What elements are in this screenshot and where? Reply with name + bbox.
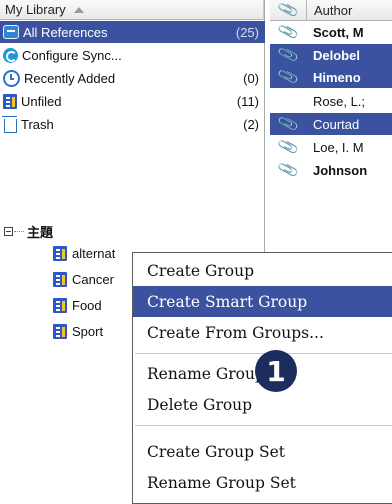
library-header-label: My Library	[5, 2, 66, 17]
library-item-count: (25)	[235, 24, 259, 40]
subgroup-label: alternat	[72, 245, 116, 261]
attachment-column-header[interactable]: 📎	[270, 0, 307, 22]
reference-row[interactable]: 📎 Loe, I. M	[270, 136, 392, 158]
subgroup-label: Cancer	[72, 271, 114, 287]
library-item-label: Recently Added	[24, 70, 116, 86]
tree-connector	[14, 230, 24, 232]
library-item-count: (2)	[243, 116, 259, 132]
library-item-count: (11)	[236, 93, 259, 109]
subgroup-item[interactable]: Cancer	[53, 268, 114, 290]
reference-author: Loe, I. M	[313, 139, 364, 155]
paperclip-icon: 📎	[276, 65, 300, 89]
reference-author: Rose, L.;	[313, 93, 366, 109]
reference-list-header: 📎 Author	[270, 0, 392, 21]
paperclip-icon: 📎	[276, 43, 300, 67]
menu-separator	[135, 425, 392, 426]
library-header[interactable]: My Library	[0, 0, 264, 20]
subgroup-label: Food	[72, 297, 102, 313]
sort-ascending-icon	[73, 6, 84, 13]
library-item-trash[interactable]: Trash (2)	[0, 113, 265, 135]
reference-author: Courtad	[313, 116, 360, 132]
library-item-count: (0)	[243, 70, 259, 86]
library-item-label: Trash	[21, 116, 54, 132]
reference-row[interactable]: 📎 Courtad	[270, 113, 392, 135]
paperclip-icon: 📎	[276, 20, 300, 44]
document-icon	[53, 323, 67, 339]
reference-author: Johnson	[313, 162, 368, 178]
group-set-root[interactable]: 主題	[0, 222, 53, 240]
document-icon	[3, 93, 17, 109]
document-icon	[53, 245, 67, 261]
library-item-recently-added[interactable]: Recently Added (0)	[0, 67, 265, 89]
reference-row[interactable]: 📎 Himeno	[270, 66, 392, 88]
sync-icon	[3, 47, 18, 63]
trash-icon	[2, 115, 17, 133]
menu-item-rename-group-set[interactable]: Rename Group Set	[133, 467, 392, 498]
reference-author: Scott, M	[313, 24, 364, 40]
menu-item-create-group-set[interactable]: Create Group Set	[133, 436, 392, 467]
menu-item-create-smart-group[interactable]: Create Smart Group	[133, 286, 392, 317]
library-item-label: Configure Sync...	[22, 47, 122, 63]
reference-row[interactable]: 📎 Scott, M	[270, 21, 392, 43]
reference-row[interactable]: 📎 Delobel	[270, 44, 392, 66]
document-icon	[53, 271, 67, 287]
library-item-configure-sync[interactable]: Configure Sync...	[0, 44, 265, 66]
reference-row[interactable]: 📎 Johnson	[270, 159, 392, 181]
paperclip-icon: 📎	[276, 158, 300, 182]
menu-item-create-from-groups[interactable]: Create From Groups...	[133, 317, 392, 348]
collapse-toggle-icon[interactable]	[4, 226, 13, 236]
paperclip-icon: 📎	[276, 112, 300, 136]
subgroup-item[interactable]: Sport	[53, 320, 103, 342]
annotation-marker: 1	[255, 350, 297, 392]
menu-item-create-group[interactable]: Create Group	[133, 255, 392, 286]
subgroup-label: Sport	[72, 323, 104, 339]
group-set-title: 主題	[27, 224, 54, 240]
paperclip-icon: 📎	[276, 135, 300, 159]
all-references-icon	[3, 25, 19, 39]
subgroup-item[interactable]: alternat	[53, 242, 115, 264]
menu-item-delete-group[interactable]: Delete Group	[133, 389, 392, 420]
paperclip-icon: 📎	[276, 0, 300, 22]
reference-author: Himeno	[313, 69, 361, 85]
library-item-label: All References	[23, 24, 108, 40]
reference-row[interactable]: Rose, L.;	[270, 90, 392, 112]
library-item-unfiled[interactable]: Unfiled (11)	[0, 90, 265, 112]
document-icon	[53, 297, 67, 313]
library-item-label: Unfiled	[21, 93, 62, 109]
library-item-all-references[interactable]: All References (25)	[0, 21, 265, 43]
subgroup-item[interactable]: Food	[53, 294, 102, 316]
clock-icon	[3, 69, 20, 87]
reference-author: Delobel	[313, 47, 360, 63]
author-column-header[interactable]: Author	[307, 0, 352, 20]
